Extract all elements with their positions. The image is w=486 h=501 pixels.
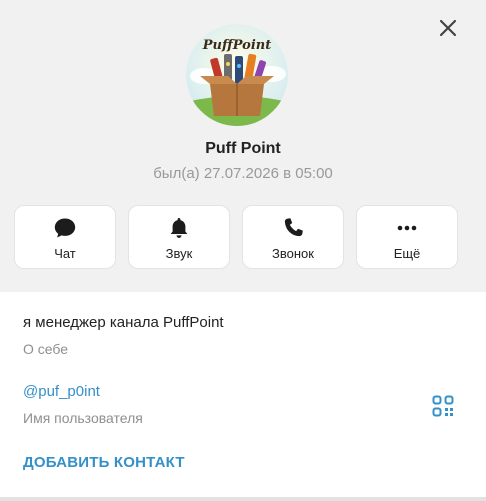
bell-icon xyxy=(170,218,188,238)
bio-label: О себе xyxy=(23,341,69,357)
profile-name: Puff Point xyxy=(205,140,281,157)
call-button[interactable]: Звонок xyxy=(242,205,344,269)
qr-code-icon[interactable] xyxy=(432,395,454,417)
chat-button[interactable]: Чат xyxy=(14,205,116,269)
sound-button[interactable]: Звук xyxy=(128,205,230,269)
more-button[interactable]: Ещё xyxy=(356,205,458,269)
action-buttons: Чат Звук Звонок Ещё xyxy=(14,205,460,271)
add-contact-button[interactable]: ДОБАВИТЬ КОНТАКТ xyxy=(23,454,185,471)
last-seen-status: был(а) 27.07.2026 в 05:00 xyxy=(153,165,333,182)
username-link[interactable]: @puf_p0int xyxy=(23,383,100,400)
svg-text:PuffPoint: PuffPoint xyxy=(202,38,271,53)
profile-info-section: я менеджер канала PuffPoint О себе @puf_… xyxy=(0,292,486,501)
bottom-divider xyxy=(0,497,486,501)
bio-text[interactable]: я менеджер канала PuffPoint xyxy=(23,314,224,331)
chat-bubble-icon xyxy=(54,218,76,238)
call-button-label: Звонок xyxy=(272,246,314,261)
phone-icon xyxy=(284,218,303,237)
chat-button-label: Чат xyxy=(54,246,76,261)
sound-button-label: Звук xyxy=(165,246,193,261)
username-label: Имя пользователя xyxy=(23,410,143,426)
more-button-label: Ещё xyxy=(393,246,421,261)
profile-panel: PuffPoint Puff Point был(а) 27.07.2026 в… xyxy=(0,0,486,501)
close-icon[interactable] xyxy=(434,14,462,42)
more-dots-icon xyxy=(397,225,417,231)
avatar[interactable]: PuffPoint xyxy=(186,24,288,126)
